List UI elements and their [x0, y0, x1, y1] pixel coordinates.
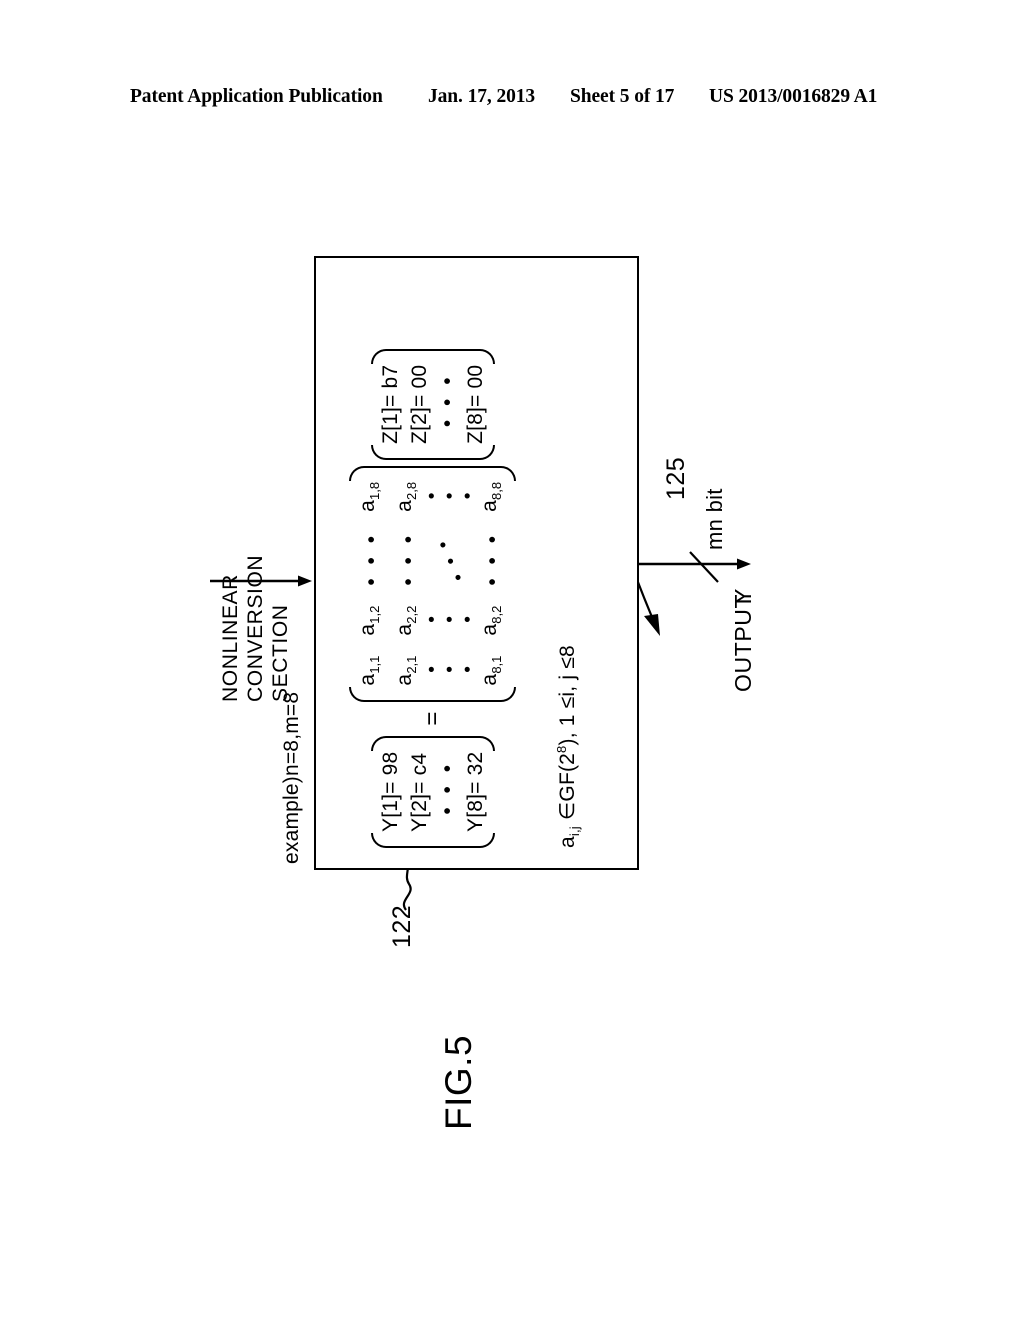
matrix-equation: Y[1]= 98 Y[2]= c4 • • • Y[8]= 32 = a1,1 …: [350, 349, 515, 848]
galois-field-note: ai,j ∈GF(28), 1 ≤i, j ≤8: [554, 645, 582, 848]
header-patent-number: US 2013/0016829 A1: [709, 86, 878, 107]
z-vector-cell-8: Z[8]= 00: [463, 364, 487, 444]
matrix-row-1-ellipsis: • • •: [359, 531, 383, 586]
matrix-col-1-vdots: • • •: [428, 660, 474, 682]
y-vector-cell-8: Y[8]= 32: [463, 751, 487, 832]
page-header: Patent Application Publication Jan. 17, …: [0, 86, 1024, 116]
header-publication-text: Patent Application Publication: [130, 86, 383, 107]
header-date-text: Jan. 17, 2013: [428, 86, 536, 107]
matrix-diagonal-dots: • • •: [431, 533, 470, 585]
matrix-cell-8-1: a8,1: [477, 655, 505, 686]
equals-sign: =: [418, 711, 446, 726]
z-vector-cell-1: Z[1]= b7: [378, 364, 402, 444]
y-vector: Y[1]= 98 Y[2]= c4 • • • Y[8]= 32: [372, 736, 494, 848]
example-note: example)n=8,m=8: [280, 691, 303, 864]
gf-note-prefix: a: [556, 836, 579, 848]
z-vector-ellipsis: • • •: [435, 373, 459, 428]
y-vector-ellipsis: • • •: [435, 760, 459, 815]
z-vector: Z[1]= b7 Z[2]= 00 • • • Z[8]= 00: [372, 349, 494, 460]
figure-5-drawing: FIG.5 example)n=8,m=8 NONLINEAR CONVERSI…: [202, 200, 822, 1200]
z-vector-cell-2: Z[2]= 00: [407, 364, 431, 444]
gf-note-subscript: i,j: [567, 826, 583, 837]
matrix-cell-2-8: a2,8: [393, 481, 420, 512]
y-vector-cell-2: Y[2]= c4: [407, 752, 431, 832]
matrix-cell-8-8: a8,8: [477, 481, 505, 512]
matrix-col-8-vdots: • • •: [428, 486, 474, 508]
matrix-cell-1-1: a1,1: [356, 655, 383, 686]
input-arrow-icon: [210, 574, 312, 588]
coefficient-matrix-grid: a1,1 a1,2 • • • a1,8 a2,1 a2,2 • • • a2,…: [354, 482, 511, 686]
gf-note-suffix: ), 1 ≤i, j ≤8: [556, 645, 579, 746]
matrix-cell-2-2: a2,2: [393, 605, 420, 636]
header-sheet-text: Sheet 5 of 17: [570, 86, 675, 107]
output-label: OUTPUT: [730, 593, 756, 692]
matrix-row-2-ellipsis: • • •: [396, 531, 420, 586]
matrix-cell-1-8: a1,8: [356, 481, 383, 512]
gf-note-exponent: 8: [554, 745, 569, 753]
coefficient-matrix: a1,1 a1,2 • • • a1,8 a2,1 a2,2 • • • a2,…: [350, 466, 515, 702]
matrix-cell-1-2: a1,2: [356, 605, 383, 636]
reference-122-leader-line: [398, 864, 420, 912]
matrix-row-8-ellipsis: • • •: [481, 531, 505, 586]
matrix-cell-8-2: a8,2: [477, 605, 505, 636]
matrix-col-2-vdots: • • •: [428, 610, 474, 632]
bit-width-slash-icon: [688, 544, 722, 584]
y-vector-cell-1: Y[1]= 98: [378, 751, 402, 832]
gf-note-membership: ∈GF(2: [556, 752, 579, 827]
figure-label: FIG.5: [438, 1034, 479, 1130]
bit-width-label: mn bit: [702, 488, 727, 550]
output-signal-label: Y: [730, 588, 756, 604]
matrix-cell-2-1: a2,1: [393, 655, 420, 686]
